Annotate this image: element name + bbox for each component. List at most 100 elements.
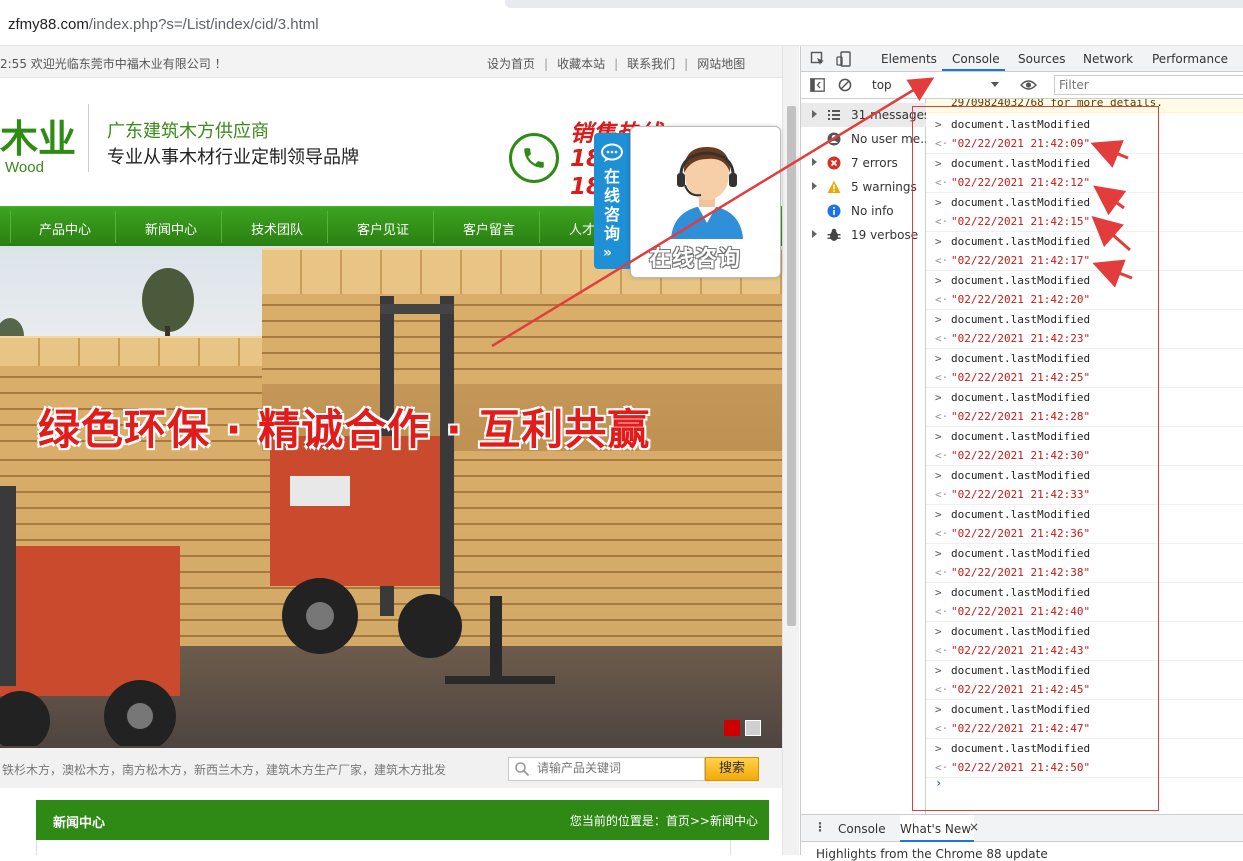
separator: |	[614, 57, 619, 71]
console-output-line[interactable]: <· "02/22/2021 21:42:28"	[926, 407, 1243, 427]
breadcrumb[interactable]: 您当前的位置是：首页>>新闻中心	[570, 812, 758, 829]
console-output-value: "02/22/2021 21:42:09"	[951, 137, 1091, 150]
device-toolbar-icon[interactable]	[836, 51, 852, 67]
console-input-text: document.lastModified	[951, 118, 1091, 131]
console-input-line[interactable]: > document.lastModified	[926, 271, 1243, 291]
return-arrow-icon: <·	[935, 410, 949, 423]
logo-subtext: Wood	[5, 159, 44, 176]
tab-console[interactable]: Console	[952, 52, 1000, 66]
sidebar-label: 7 errors	[851, 156, 898, 170]
console-output-line[interactable]: <· "02/22/2021 21:42:12"	[926, 173, 1243, 193]
console-output-value: "02/22/2021 21:42:30"	[951, 449, 1091, 462]
nav-careers[interactable]: 人才	[569, 219, 595, 238]
sidebar-item-errors[interactable]: 7 errors	[801, 151, 926, 175]
console-input-line[interactable]: > document.lastModified	[926, 739, 1243, 759]
console-input-line[interactable]: > document.lastModified	[926, 115, 1243, 135]
sidebar-item-messages[interactable]: 31 messages	[801, 103, 930, 127]
console-output-line[interactable]: <· "02/22/2021 21:42:15"	[926, 212, 1243, 232]
console-output-line[interactable]: <· "02/22/2021 21:42:09"	[926, 134, 1243, 154]
sidebar-label: No user me...	[851, 132, 932, 146]
console-input-line[interactable]: > document.lastModified	[926, 193, 1243, 213]
tab-network[interactable]: Network	[1083, 52, 1133, 66]
nav-news[interactable]: 新闻中心	[145, 219, 197, 238]
input-chevron-icon: >	[935, 235, 942, 248]
set-homepage-link[interactable]: 设为首页	[487, 57, 535, 71]
console-output-line[interactable]: <· "02/22/2021 21:42:47"	[926, 719, 1243, 739]
console-input-line[interactable]: > document.lastModified	[926, 544, 1243, 564]
nav-messages[interactable]: 客户留言	[463, 219, 515, 238]
scrollbar-thumb[interactable]	[787, 106, 796, 626]
tab-strip-edge	[505, 0, 1243, 8]
console-output-line[interactable]: <· "02/22/2021 21:42:50"	[926, 758, 1243, 778]
console-input-line[interactable]: > document.lastModified	[926, 583, 1243, 603]
sidebar-item-info[interactable]: No info	[801, 199, 926, 223]
console-sidebar: 31 messages No user me... 7 errors 5 war…	[801, 99, 932, 814]
console-input-line[interactable]: > document.lastModified	[926, 232, 1243, 252]
console-output-line[interactable]: <· "02/22/2021 21:42:40"	[926, 602, 1243, 622]
contact-link[interactable]: 联系我们	[627, 57, 675, 71]
bookmark-link[interactable]: 收藏本站	[557, 57, 605, 71]
sidebar-item-verbose[interactable]: 19 verbose	[801, 223, 926, 247]
console-output-line[interactable]: <· "02/22/2021 21:42:25"	[926, 368, 1243, 388]
sidebar-item-warnings[interactable]: 5 warnings	[801, 175, 926, 199]
inspect-element-icon[interactable]	[810, 51, 826, 67]
url-text[interactable]: zfmy88.com/index.php?s=/List/index/cid/3…	[8, 16, 319, 33]
filter-input[interactable]	[1059, 78, 1239, 92]
eye-icon[interactable]	[1020, 79, 1037, 91]
context-selector[interactable]: top	[863, 76, 1005, 94]
console-output-line[interactable]: <· "02/22/2021 21:42:38"	[926, 563, 1243, 583]
sidebar-item-user-messages[interactable]: No user me...	[801, 127, 932, 151]
console-input-line[interactable]: > document.lastModified	[926, 466, 1243, 486]
console-output-line[interactable]: <· "02/22/2021 21:42:45"	[926, 680, 1243, 700]
console-output-value: "02/22/2021 21:42:23"	[951, 332, 1091, 345]
close-icon[interactable]: ×	[969, 820, 979, 834]
console-input-line[interactable]: > document.lastModified	[926, 388, 1243, 408]
input-chevron-icon: >	[935, 508, 942, 521]
slider-dot[interactable]	[745, 720, 761, 736]
console-input-line[interactable]: > document.lastModified	[926, 622, 1243, 642]
support-agent-icon	[671, 147, 743, 239]
console-output-line[interactable]: <· "02/22/2021 21:42:30"	[926, 446, 1243, 466]
console-output-line[interactable]: <· "02/22/2021 21:42:17"	[926, 251, 1243, 271]
tab-sources[interactable]: Sources	[1018, 52, 1065, 66]
console-output-line[interactable]: <· "02/22/2021 21:42:43"	[926, 641, 1243, 661]
page-scrollbar[interactable]	[782, 46, 799, 855]
more-menu-icon[interactable]: ⋮	[814, 820, 826, 834]
slider-dot-active[interactable]	[724, 720, 740, 736]
devtools-panel: Elements Console Sources Network Perform…	[800, 46, 1243, 861]
console-output-line[interactable]: <· "02/22/2021 21:42:23"	[926, 329, 1243, 349]
slogan-line-1: 广东建筑木方供应商	[107, 121, 269, 142]
console-input-line[interactable]: > document.lastModified	[926, 310, 1243, 330]
logo-text[interactable]: 木业	[0, 108, 76, 163]
console-prompt-icon[interactable]: ›	[935, 776, 942, 790]
drawer-tab-console[interactable]: Console	[838, 822, 886, 836]
console-input-line[interactable]: > document.lastModified	[926, 427, 1243, 447]
expand-arrow-icon	[812, 182, 817, 190]
search-field[interactable]	[508, 757, 705, 781]
console-input-line[interactable]: > document.lastModified	[926, 505, 1243, 525]
hot-tags-text[interactable]: 铁杉木方，澳松木方，南方松木方，新西兰木方，建筑木方生产厂家，建筑木方批发	[2, 761, 446, 778]
search-input[interactable]	[537, 761, 702, 775]
drawer-tab-whats-new[interactable]: What's New	[900, 815, 975, 842]
nav-products[interactable]: 产品中心	[39, 219, 91, 238]
tab-performance[interactable]: Performance	[1152, 52, 1228, 66]
nav-testimonials[interactable]: 客户见证	[357, 219, 409, 238]
nav-tech-team[interactable]: 技术团队	[251, 219, 303, 238]
console-input-line[interactable]: > document.lastModified	[926, 349, 1243, 369]
search-button[interactable]: 搜索	[705, 757, 759, 781]
filter-box[interactable]	[1054, 75, 1243, 95]
console-input-line[interactable]: > document.lastModified	[926, 700, 1243, 720]
console-input-line[interactable]: > document.lastModified	[926, 661, 1243, 681]
address-bar[interactable]: zfmy88.com/index.php?s=/List/index/cid/3…	[0, 0, 1243, 46]
online-chat-card[interactable]: 在线咨询	[630, 126, 781, 278]
console-output-line[interactable]: <· "02/22/2021 21:42:36"	[926, 524, 1243, 544]
console-output-line[interactable]: <· "02/22/2021 21:42:33"	[926, 485, 1243, 505]
sidebar-toggle-icon[interactable]	[810, 78, 825, 92]
console-input-line[interactable]: > document.lastModified	[926, 154, 1243, 174]
sitemap-link[interactable]: 网站地图	[697, 57, 745, 71]
online-chat-tab[interactable]: 在线咨询 »	[594, 133, 630, 269]
tab-elements[interactable]: Elements	[881, 52, 937, 66]
console-output-line[interactable]: <· "02/22/2021 21:42:20"	[926, 290, 1243, 310]
clear-console-icon[interactable]	[838, 78, 852, 92]
return-arrow-icon: <·	[935, 176, 949, 189]
